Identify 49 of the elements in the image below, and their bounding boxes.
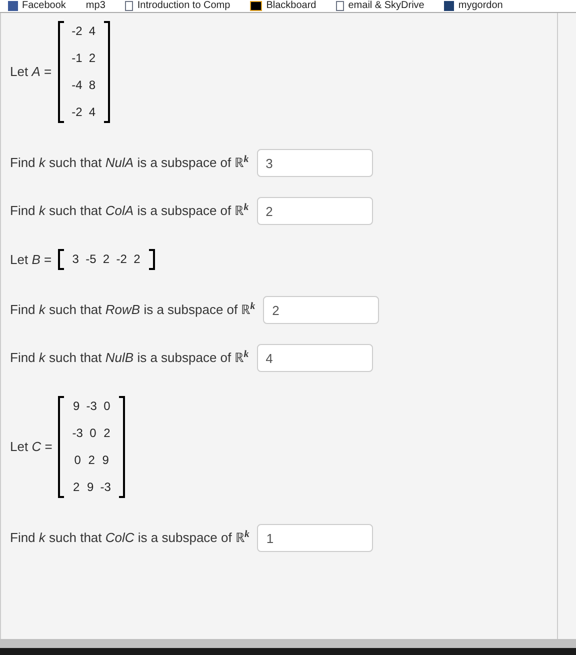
matrix-entry: 8	[88, 78, 96, 93]
matrix-entry: -3	[100, 480, 111, 495]
question-text: Find k such that NulB is a subspace of ℝ$^{k}$	[10, 348, 249, 368]
answer-field[interactable]: 2	[256, 197, 373, 225]
matrix-entry: -4	[72, 78, 82, 93]
matrix-bracket	[58, 249, 64, 270]
answer-field[interactable]: 1	[257, 524, 374, 552]
matrix-entry: 2	[88, 453, 96, 468]
bookmark-link[interactable]: Introduction to Comp	[137, 0, 230, 12]
answer-field[interactable]: 2	[263, 296, 380, 324]
mygordon-icon	[444, 1, 454, 11]
bookmark-link[interactable]: email & SkyDrive	[348, 0, 424, 12]
matrix-entry: 2	[72, 480, 80, 495]
matrix-entry: -3	[72, 426, 83, 441]
matrix-entry: 2	[88, 51, 96, 66]
bookmark-link[interactable]: mp3	[86, 0, 106, 12]
matrix-entry: 4	[88, 105, 96, 120]
matrix-label: Let C =	[10, 438, 52, 456]
matrix-entry: 0	[74, 453, 82, 468]
matrix-entry: 9	[86, 480, 94, 495]
bookmark-link[interactable]: Blackboard	[266, 0, 316, 12]
matrix-entry: 4	[88, 24, 96, 39]
question-text: Find k such that NulA is a subspace of ℝ$^{k}$	[10, 153, 249, 172]
answer-field[interactable]: 3	[256, 149, 373, 177]
matrix-entry: 0	[88, 426, 97, 441]
facebook-icon	[8, 1, 18, 11]
question-text: Find k such that ColA is a subspace of ℝ$^{k}$	[10, 201, 249, 220]
matrix-entry: 2	[102, 426, 111, 441]
bookmark-link[interactable]: mygordon	[458, 0, 503, 12]
matrix-entry: 2	[102, 252, 110, 267]
matrix-label: Let B =	[10, 250, 52, 269]
matrix-entry: -2	[116, 252, 127, 267]
question-text: Find k such that ColC is a subspace of ℝ$^{k}$	[10, 528, 250, 548]
matrix-label: Let A =	[10, 63, 52, 82]
matrix-entry: 2	[132, 252, 141, 267]
answer-field[interactable]: 4	[256, 344, 373, 372]
matrix-entry: 9	[72, 399, 80, 414]
matrix-bracket	[148, 249, 155, 270]
matrix-entry: -2	[72, 105, 82, 120]
matrix-entry: -5	[86, 252, 96, 267]
blackboard-icon	[250, 1, 262, 11]
matrix-entry: -3	[86, 399, 97, 414]
matrix-entry: 9	[102, 453, 110, 468]
matrix-entry: -1	[72, 51, 82, 66]
matrix-entry: -2	[72, 24, 82, 39]
matrix-entry: 0	[102, 399, 111, 414]
bookmark-link[interactable]: Facebook	[22, 0, 66, 12]
matrix-entry: 3	[72, 252, 80, 267]
question-text: Find k such that RowB is a subspace of ℝ$^{k}$	[10, 300, 256, 320]
